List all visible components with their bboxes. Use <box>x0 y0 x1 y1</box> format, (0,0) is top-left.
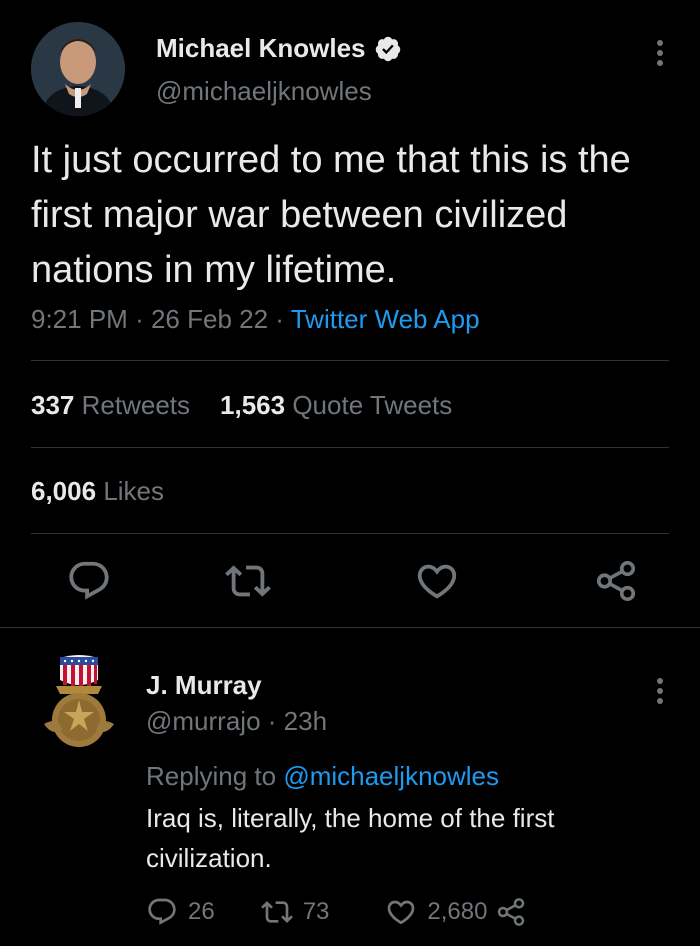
quotes-stat[interactable]: 1,563 Quote Tweets <box>220 390 452 421</box>
like-icon <box>417 564 457 599</box>
divider <box>31 533 669 534</box>
retweet-button[interactable] <box>225 558 271 604</box>
like-icon <box>388 900 415 925</box>
more-options-icon[interactable] <box>646 38 674 68</box>
retweets-stat[interactable]: 337 Retweets <box>31 390 190 421</box>
retweet-icon <box>225 565 271 597</box>
quotes-label: Quote Tweets <box>292 390 453 420</box>
likes-label: Likes <box>103 476 165 506</box>
verified-badge-icon <box>375 36 400 61</box>
reply-actions: 26 73 2,680 <box>146 894 527 930</box>
replying-prefix: Replying to <box>146 761 277 791</box>
tweet-meta: 9:21 PM · 26 Feb 22 · Twitter Web App <box>31 304 480 335</box>
reply-text: Iraq is, literally, the home of the firs… <box>146 803 555 873</box>
share-icon <box>596 560 636 602</box>
avatar[interactable] <box>31 22 125 116</box>
reply-author-name[interactable]: J. Murray <box>146 670 262 701</box>
reply-like-button[interactable]: 2,680 <box>385 896 487 928</box>
meta-separator: · <box>275 304 284 334</box>
like-button[interactable] <box>414 558 460 604</box>
tweet-actions <box>31 558 669 608</box>
retweet-count: 73 <box>302 898 330 925</box>
reply-tweet[interactable]: J. Murray @murrajo · 23h Replying to @mi… <box>0 628 700 946</box>
divider <box>31 360 669 361</box>
more-options-icon[interactable] <box>646 676 674 706</box>
quotes-count: 1,563 <box>220 390 286 420</box>
reply-reply-button[interactable]: 26 <box>146 896 215 928</box>
avatar-image <box>31 22 125 116</box>
likes-stat[interactable]: 6,006 Likes <box>31 476 164 507</box>
reply-avatar[interactable] <box>38 654 120 750</box>
author-handle[interactable]: @michaeljknowles <box>156 76 372 107</box>
reply-retweet-button[interactable]: 73 <box>260 896 330 928</box>
tweet-detail-page: Michael Knowles @michaeljknowles It just… <box>0 0 700 946</box>
divider <box>31 447 669 448</box>
reply-handle-row: @murrajo · 23h <box>146 706 327 737</box>
replying-to: Replying to @michaeljknowles <box>146 761 499 792</box>
reply-author-handle[interactable]: @murrajo <box>146 706 261 736</box>
retweets-count: 337 <box>31 390 75 420</box>
reply-icon <box>148 898 176 925</box>
like-count: 2,680 <box>427 898 488 925</box>
retweet-icon <box>260 901 293 923</box>
share-button[interactable] <box>593 558 639 604</box>
replying-mention[interactable]: @michaeljknowles <box>283 761 499 791</box>
meta-separator: · <box>267 706 277 736</box>
retweets-label: Retweets <box>81 390 191 420</box>
reply-icon <box>69 561 109 600</box>
tweet-source[interactable]: Twitter Web App <box>291 304 480 334</box>
likes-row: 6,006 Likes <box>31 476 164 507</box>
tweet-date[interactable]: 26 Feb 22 <box>151 304 268 334</box>
share-icon <box>498 898 525 926</box>
stats-row: 337 Retweets 1,563 Quote Tweets <box>31 390 452 421</box>
meta-separator: · <box>135 304 144 334</box>
main-tweet: Michael Knowles @michaeljknowles It just… <box>0 0 700 628</box>
tweet-time[interactable]: 9:21 PM <box>31 304 128 334</box>
reply-button[interactable] <box>66 558 112 604</box>
author-name-row[interactable]: Michael Knowles <box>156 33 402 64</box>
reply-count: 26 <box>188 898 215 925</box>
likes-count: 6,006 <box>31 476 97 506</box>
author-name[interactable]: Michael Knowles <box>156 33 366 64</box>
tweet-text: It just occurred to me that this is the … <box>31 139 631 291</box>
reply-share-button[interactable] <box>495 896 527 928</box>
reply-time[interactable]: 23h <box>284 706 327 736</box>
